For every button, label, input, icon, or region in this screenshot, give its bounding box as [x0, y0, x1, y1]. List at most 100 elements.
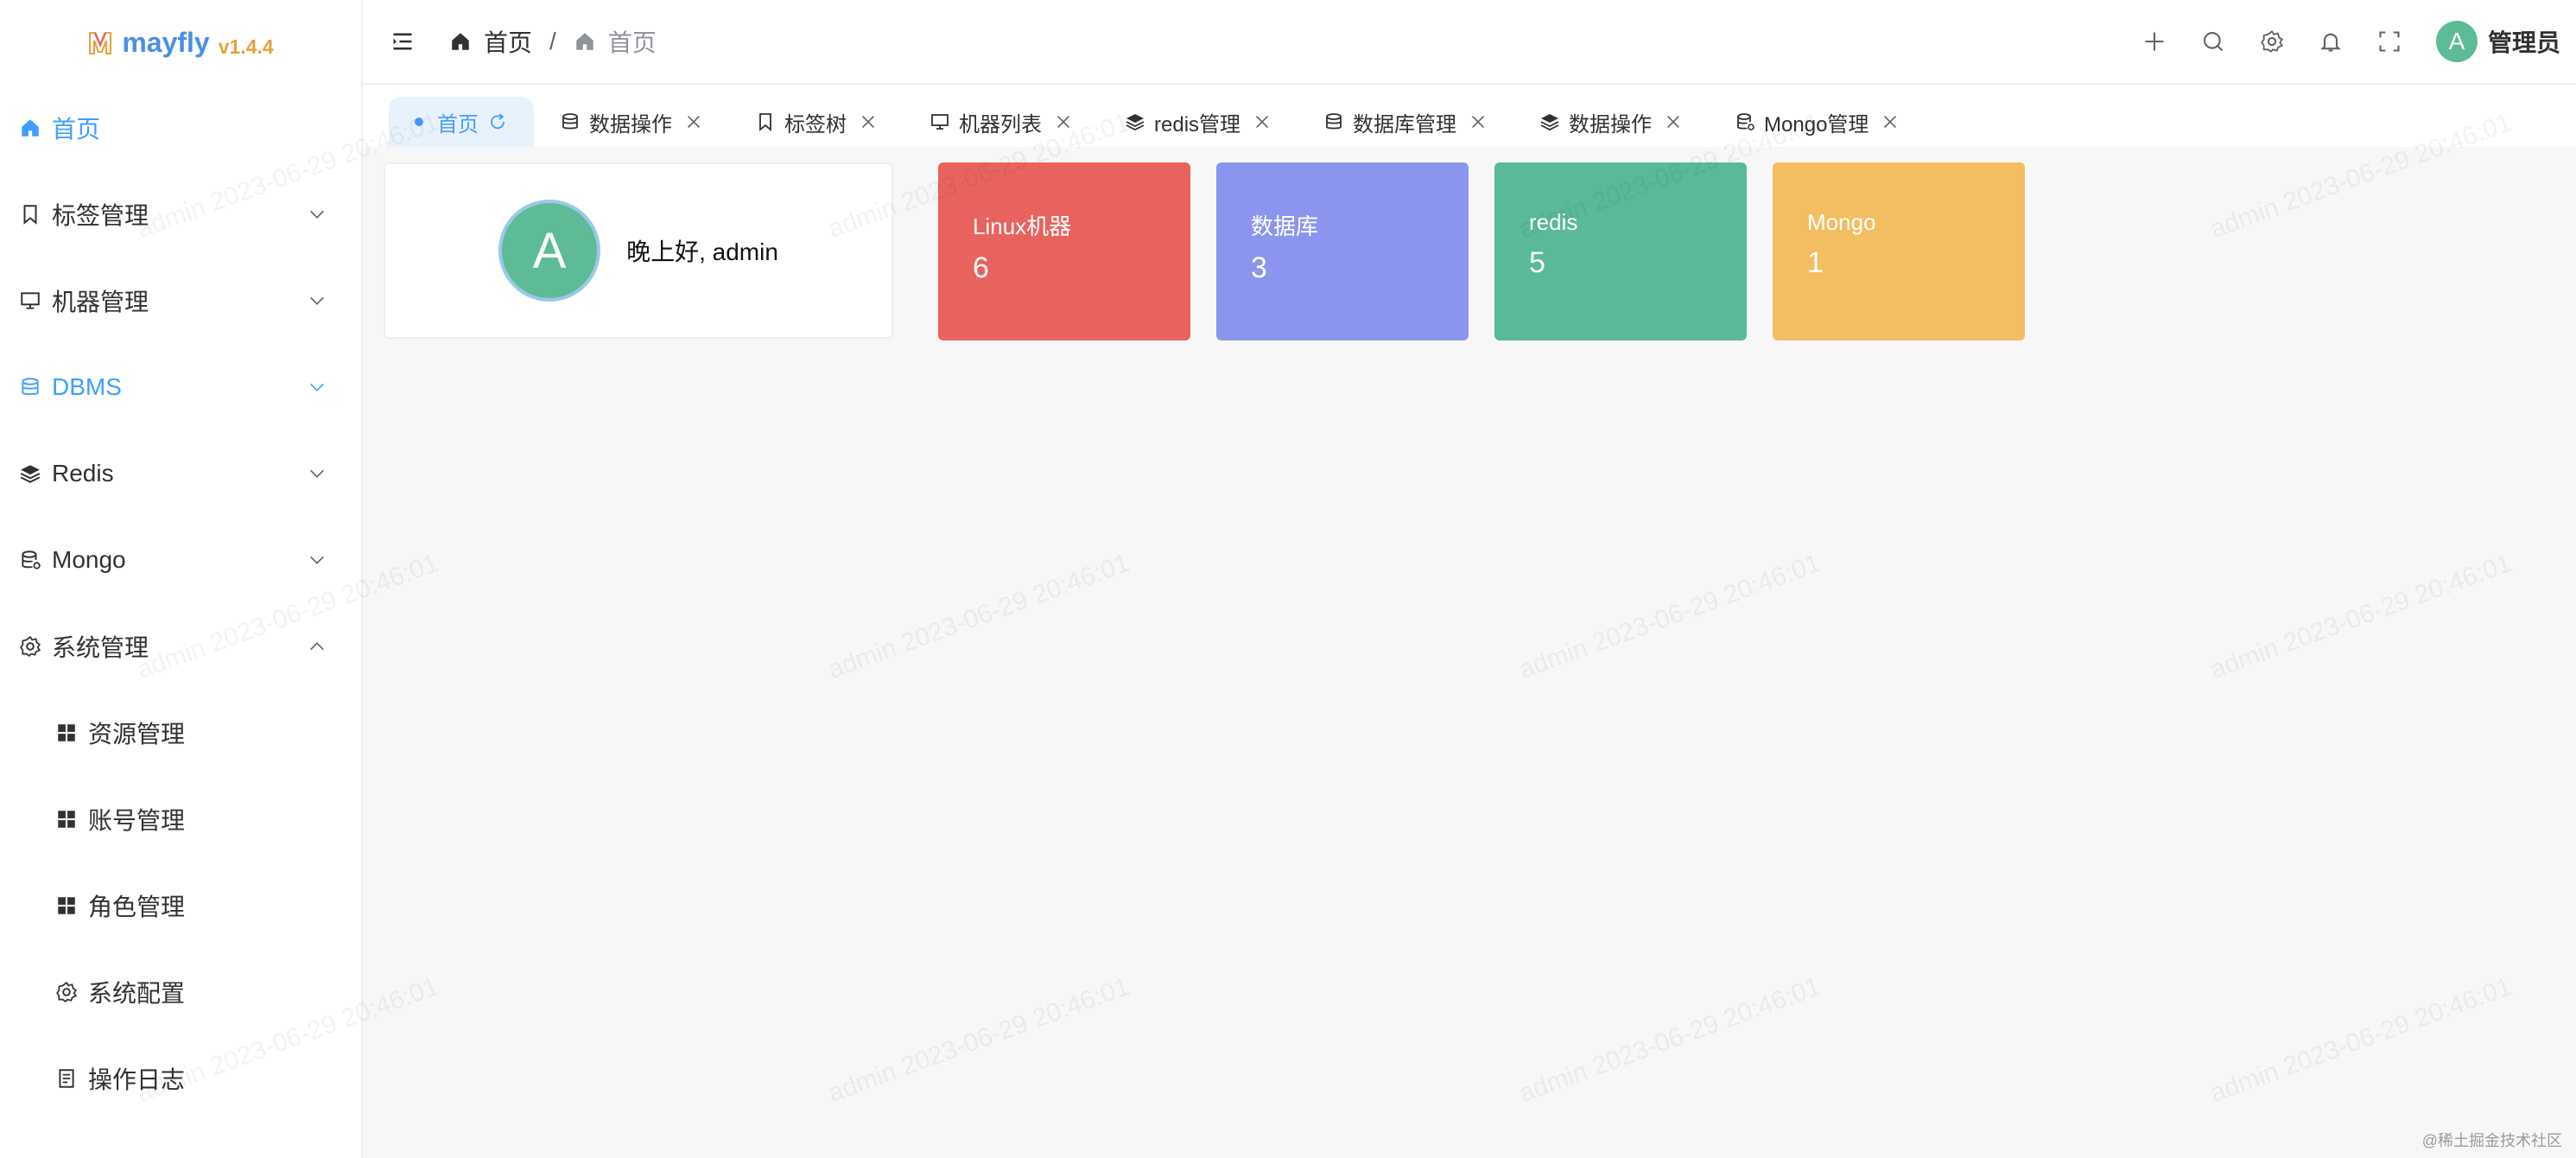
tab-database-management[interactable]: 数据库管理 [1298, 97, 1513, 147]
stat-value: 1 [1807, 246, 1824, 279]
sidebar-item-label: Mongo [52, 546, 126, 573]
sidebar-item-role-management[interactable]: 角色管理 [0, 862, 361, 949]
bell-icon [2320, 33, 2341, 52]
greeting-text: 晚上好, admin [626, 239, 778, 265]
sidebar-item-machine-management[interactable]: 机器管理 [0, 258, 361, 344]
stat-label: Mongo [1807, 209, 1876, 235]
header-actions: A 管理员 [2125, 0, 2576, 83]
stat-card-linux[interactable]: Linux机器 6 [938, 162, 1190, 340]
welcome-card: A 晚上好, admin [384, 162, 893, 339]
sidebar-item-label: 账号管理 [88, 807, 186, 834]
chevron-down-icon [308, 205, 327, 224]
breadcrumb-home[interactable]: 首页 [449, 24, 532, 59]
sidebar-item-label: Redis [52, 460, 114, 487]
source-credit: @稀土掘金技术社区 [2421, 1132, 2562, 1149]
gear-icon [19, 635, 41, 658]
bookmark-icon [19, 203, 41, 226]
mayfly-logo-icon [89, 32, 112, 54]
sidebar-item-label: DBMS [52, 373, 122, 400]
stat-label: 数据库 [1251, 213, 1319, 239]
sidebar-item-label: 标签管理 [52, 202, 149, 229]
tags-view: 首页 数据操作 标签树 机器列表 redis管理 数据库管理 数据操作 Mong… [363, 85, 2576, 147]
avatar: A [2435, 21, 2478, 62]
stat-value: 3 [1251, 251, 1267, 284]
home-icon [574, 30, 596, 53]
tab-label: 数据库管理 [1353, 112, 1457, 137]
stat-value: 6 [973, 251, 989, 284]
tab-label: redis管理 [1154, 112, 1241, 137]
grid-icon [55, 894, 78, 917]
tab-home[interactable]: 首页 [389, 97, 534, 147]
sidebar: mayfly v1.4.4 首页 标签管理 机器管理 DBMS Redis Mo… [0, 0, 363, 1158]
sidebar-item-system-config[interactable]: 系统配置 [0, 949, 361, 1035]
sidebar-item-tag-management[interactable]: 标签管理 [0, 171, 361, 258]
settings-button[interactable] [2243, 0, 2301, 84]
search-button[interactable] [2184, 0, 2243, 84]
breadcrumb-home-label: 首页 [484, 29, 533, 56]
user-name: 管理员 [2487, 29, 2560, 56]
menu-collapse-icon[interactable] [390, 29, 415, 54]
sidebar-item-label: 操作日志 [88, 1066, 186, 1093]
stat-label: Linux机器 [973, 213, 1072, 239]
notifications-button[interactable] [2301, 0, 2360, 84]
logo[interactable]: mayfly v1.4.4 [0, 0, 361, 85]
grid-icon [55, 722, 78, 744]
close-icon[interactable] [684, 112, 703, 131]
tab-machine-list[interactable]: 机器列表 [904, 97, 1099, 147]
sidebar-item-mongo[interactable]: Mongo [0, 517, 361, 603]
sidebar-item-system-management[interactable]: 系统管理 [0, 603, 361, 690]
breadcrumb-current: 首页 [574, 24, 657, 59]
sidebar-item-label: 角色管理 [88, 894, 186, 920]
tab-label: 标签树 [784, 112, 847, 137]
sidebar-item-label: 机器管理 [52, 289, 149, 315]
database-setting-icon [19, 549, 41, 571]
tab-tag-tree[interactable]: 标签树 [729, 97, 904, 147]
sidebar-item-dbms[interactable]: DBMS [0, 344, 361, 430]
stat-label: redis [1529, 209, 1578, 235]
chevron-down-icon [308, 291, 327, 310]
stat-card-redis[interactable]: redis 5 [1494, 162, 1747, 340]
top-header: 首页 / 首页 A 管理员 [363, 0, 2576, 85]
sidebar-item-account-management[interactable]: 账号管理 [0, 776, 361, 862]
home-icon [19, 117, 41, 139]
close-icon[interactable] [1253, 112, 1272, 131]
database-icon [1323, 111, 1344, 132]
gear-icon [55, 981, 78, 1003]
sidebar-item-label: 系统配置 [88, 980, 186, 1007]
chevron-down-icon [308, 378, 327, 397]
close-icon[interactable] [1469, 112, 1488, 131]
sidebar-item-resource-management[interactable]: 资源管理 [0, 690, 361, 776]
tab-redis-data-operation[interactable]: 数据操作 [1513, 97, 1709, 147]
stat-card-database[interactable]: 数据库 3 [1216, 162, 1469, 340]
sidebar-menu: 首页 标签管理 机器管理 DBMS Redis Mongo 系统管理 资源管理 … [0, 85, 361, 1122]
close-icon[interactable] [1054, 112, 1073, 131]
sidebar-item-label: 首页 [52, 116, 101, 143]
database-setting-icon [1735, 111, 1755, 132]
tab-mongo-management[interactable]: Mongo管理 [1709, 97, 1926, 147]
refresh-icon[interactable] [487, 111, 508, 132]
tab-label: 首页 [437, 112, 479, 137]
close-icon[interactable] [1881, 112, 1900, 131]
stat-card-mongo[interactable]: Mongo 1 [1773, 162, 2025, 340]
fullscreen-button[interactable] [2360, 0, 2419, 84]
layers-icon [1539, 111, 1560, 132]
sidebar-item-operation-log[interactable]: 操作日志 [0, 1035, 361, 1122]
breadcrumb-current-label: 首页 [607, 29, 657, 56]
search-icon [2204, 32, 2224, 52]
grid-icon [55, 808, 78, 830]
close-icon[interactable] [1664, 112, 1683, 131]
user-menu[interactable]: A 管理员 [2435, 21, 2560, 62]
add-button[interactable] [2125, 0, 2184, 84]
tab-label: Mongo管理 [1764, 112, 1869, 137]
tab-redis-management[interactable]: redis管理 [1099, 97, 1298, 147]
layers-icon [1125, 111, 1145, 132]
avatar: A [498, 200, 601, 302]
sidebar-item-home[interactable]: 首页 [0, 85, 361, 171]
close-icon[interactable] [859, 112, 878, 131]
fullscreen-icon [2379, 31, 2400, 52]
chevron-up-icon [308, 637, 327, 656]
sidebar-item-redis[interactable]: Redis [0, 430, 361, 517]
database-icon [560, 111, 581, 132]
tab-data-operation[interactable]: 数据操作 [534, 97, 729, 147]
sidebar-item-label: 系统管理 [52, 634, 149, 661]
